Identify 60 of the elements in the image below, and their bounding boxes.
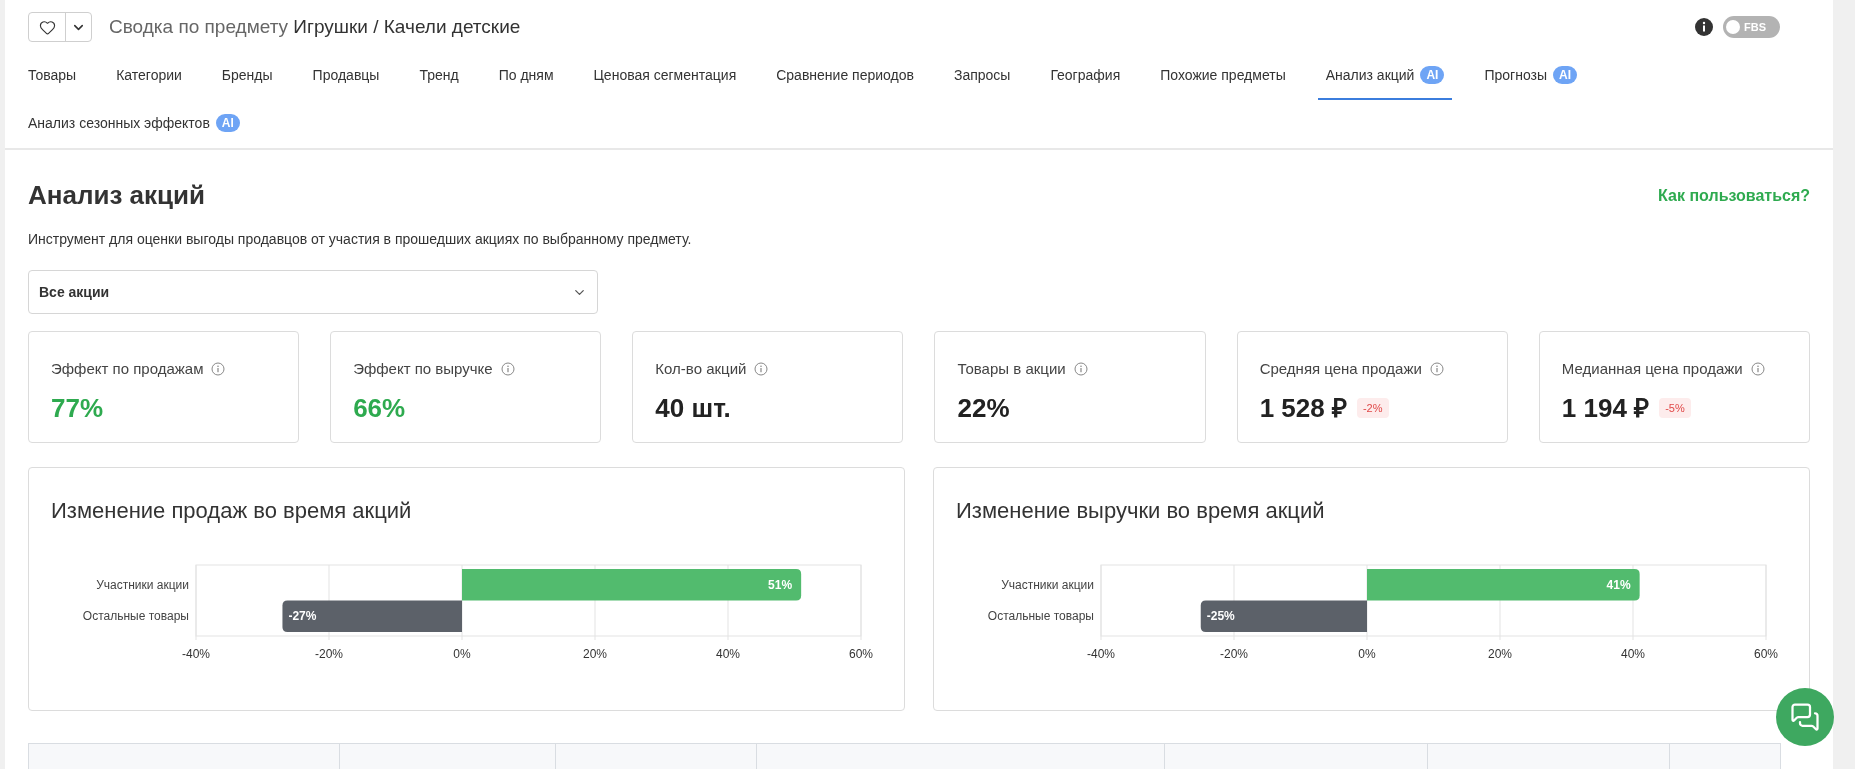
axis-tick-label: 0%: [1358, 647, 1376, 661]
tab[interactable]: Анализ акций AI: [1317, 52, 1453, 100]
ai-badge: AI: [1553, 66, 1578, 84]
metric-label: Средняя цена продажи: [1259, 359, 1422, 379]
axis-tick-label: 40%: [1621, 647, 1645, 661]
page-description: Инструмент для оценки выгоды продавцов от участия в прошедших акциях по выбранному предмету.: [28, 230, 693, 249]
tab[interactable]: Похожие предметы: [1152, 52, 1294, 100]
bar-value-label: -25%: [1206, 609, 1235, 624]
tab[interactable]: Категории: [108, 52, 190, 100]
axis-tick-label: 60%: [849, 647, 873, 661]
tab[interactable]: Сравнение периодов: [768, 52, 922, 100]
category-label: Остальные товары: [82, 609, 189, 624]
metric-value: 1 194 ₽: [1561, 391, 1650, 425]
metric-value: 1 528 ₽: [1259, 391, 1347, 425]
ai-badge: AI: [215, 114, 240, 132]
chat-bubbles-icon: [1790, 702, 1820, 732]
tab[interactable]: По дням: [490, 52, 562, 100]
axis-tick-label: -40%: [182, 647, 210, 661]
tab[interactable]: Тренд: [411, 52, 467, 100]
category-label: Участники акции: [96, 577, 189, 592]
axis-tick-label: -20%: [315, 647, 343, 661]
tab[interactable]: Продавцы: [304, 52, 388, 100]
page-heading: Анализ акций: [28, 179, 205, 212]
tab[interactable]: Товары: [28, 52, 85, 100]
tab[interactable]: Бренды: [213, 52, 281, 100]
bar-value-label: 41%: [1606, 577, 1631, 592]
metric-value: 66%: [353, 391, 406, 425]
metric-value: 77%: [51, 391, 104, 425]
metric-label: Товары в акции: [957, 359, 1066, 379]
metric-value: 22%: [957, 391, 1010, 425]
metric-label: Эффект по выручке: [353, 359, 493, 379]
page-title: Сводка по предмету Игрушки / Качели детские: [109, 14, 521, 39]
change-badge: -2%: [1356, 397, 1389, 419]
axis-tick-label: -20%: [1220, 647, 1248, 661]
category-label: Участники акции: [1001, 577, 1094, 592]
axis-tick-label: 60%: [1754, 647, 1778, 661]
tab[interactable]: География: [1042, 52, 1129, 100]
heart-icon: [38, 18, 56, 36]
axis-tick-label: 40%: [716, 647, 740, 661]
tab[interactable]: Запросы: [945, 52, 1019, 100]
axis-tick-label: -40%: [1087, 647, 1115, 661]
axis-tick-label: 20%: [1488, 647, 1512, 661]
metric-value: 40 шт.: [655, 391, 731, 425]
category-label: Остальные товары: [987, 609, 1094, 624]
chart-title: Изменение продаж во время акций: [51, 497, 413, 525]
change-badge: -5%: [1659, 397, 1691, 419]
info-icon[interactable]: [1695, 18, 1713, 36]
bar-value-label: -27%: [288, 609, 317, 624]
bar-value-label: 51%: [768, 577, 793, 592]
tab[interactable]: Анализ сезонных эффектов AI: [28, 100, 248, 148]
axis-tick-label: 0%: [453, 647, 471, 661]
axis-tick-label: 20%: [583, 647, 607, 661]
metric-label: Эффект по продажам: [51, 359, 204, 379]
metric-label: Медианная цена продажи: [1561, 359, 1743, 379]
promo-filter-select[interactable]: Все акции: [28, 270, 598, 314]
tab[interactable]: Ценовая сегментация: [585, 52, 745, 100]
tab[interactable]: Прогнозы AI: [1476, 52, 1586, 100]
ai-badge: AI: [1420, 66, 1445, 84]
metric-label: Кол-во акций: [655, 359, 747, 379]
chart-title: Изменение выручки во время акций: [956, 497, 1326, 525]
